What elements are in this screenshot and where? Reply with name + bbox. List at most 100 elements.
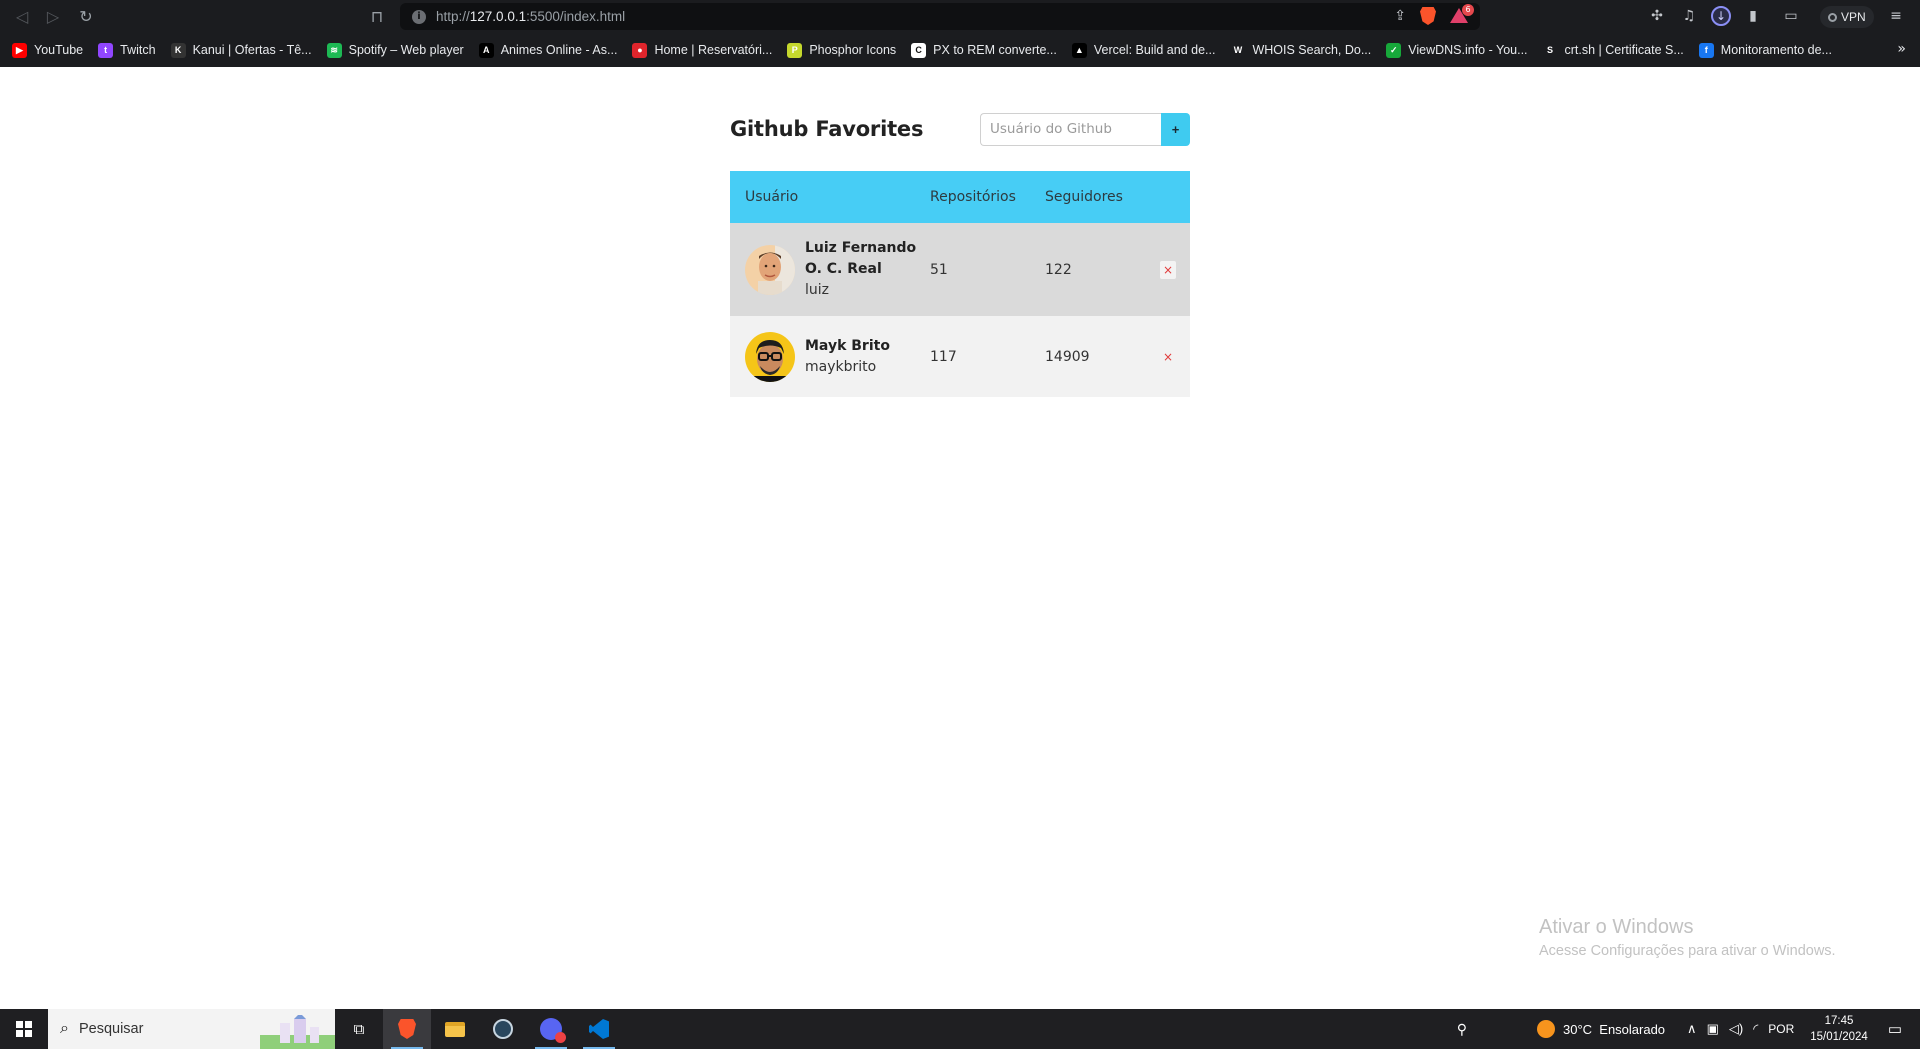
search-icon: ⌕ <box>60 1020 69 1037</box>
bookmark-item[interactable]: P Phosphor Icons <box>787 42 897 58</box>
menu-icon[interactable]: ≡ <box>1886 6 1906 26</box>
bookmark-item[interactable]: f Monitoramento de... <box>1698 42 1832 58</box>
bookmark-item[interactable]: K Kanui | Ofertas - Tê... <box>170 42 312 58</box>
favorites-table: Usuário Repositórios Seguidores Luiz Fer… <box>730 171 1190 397</box>
clock-time: 17:45 <box>1824 1015 1854 1027</box>
weather-text[interactable]: 30°C Ensolarado <box>1563 1022 1665 1037</box>
sidebar-icon[interactable]: ▮ <box>1743 6 1763 26</box>
bookmark-label: ViewDNS.info - You... <box>1408 43 1528 57</box>
media-icon[interactable]: ♫ <box>1679 6 1699 26</box>
meet-now-icon[interactable]: ▣ <box>1707 1021 1719 1037</box>
volume-icon[interactable]: ◁) <box>1729 1021 1743 1037</box>
vpn-icon <box>1828 12 1837 22</box>
bookmark-label: Twitch <box>120 43 156 57</box>
user-name: Mayk Brito <box>805 337 890 354</box>
clock-date: 15/01/2024 <box>1810 1031 1868 1043</box>
bookmark-item[interactable]: ▲ Vercel: Build and de... <box>1071 42 1216 58</box>
repos-count: 51 <box>930 261 948 278</box>
column-header-actions <box>1150 171 1190 223</box>
discord-icon[interactable] <box>527 1009 575 1049</box>
spotify-icon: ≋ <box>326 42 342 58</box>
vpn-button[interactable]: VPN <box>1820 6 1874 28</box>
taskbar-search-label: Pesquisar <box>78 1021 144 1037</box>
url-text[interactable]: http://127.0.0.1:5500/index.html <box>436 9 625 24</box>
bookmark-item[interactable]: W WHOIS Search, Do... <box>1230 42 1372 58</box>
add-favorite-button[interactable]: + <box>1161 112 1190 146</box>
bookmark-label: PX to REM converte... <box>933 43 1057 57</box>
vercel-icon: ▲ <box>1071 42 1087 58</box>
bookmark-label: Phosphor Icons <box>809 43 897 57</box>
table-row: Mayk Brito maykbrito 117 14909 × <box>730 316 1190 397</box>
page-title: Github Favorites <box>730 117 924 141</box>
github-user-input[interactable] <box>980 112 1161 146</box>
column-header-followers: Seguidores <box>1045 189 1123 205</box>
bookmark-item[interactable]: ● Home | Reservatóri... <box>632 42 773 58</box>
bookmark-item[interactable]: Scrt.sh | Certificate S... <box>1542 42 1684 58</box>
system-tray: ⚲ 30°C Ensolarado ∧ ▣ ◁) ◜ POR 17:45 15/… <box>1457 1009 1920 1049</box>
input-language[interactable]: POR <box>1768 1022 1794 1036</box>
weather-sun-icon <box>1537 1020 1555 1038</box>
bookmark-label: Animes Online - As... <box>500 43 618 57</box>
windows-taskbar: ⌕ Pesquisar ⧉ ⚲ 30°C Ensolarado ∧ ▣ ◁) ◜… <box>0 1009 1920 1049</box>
bookmark-label: Spotify – Web player <box>348 43 464 57</box>
watermark-subtitle: Acesse Configurações para ativar o Windo… <box>1539 943 1836 959</box>
start-button[interactable] <box>0 1009 48 1049</box>
extensions-icon[interactable]: ✣ <box>1647 6 1667 26</box>
windows-activation-watermark: Ativar o Windows Acesse Configurações pa… <box>1539 916 1836 959</box>
search-form: + <box>980 112 1190 146</box>
bookmark-label: YouTube <box>34 43 84 57</box>
viewdns-icon: ✓ <box>1386 42 1402 58</box>
bookmark-item[interactable]: ✓ ViewDNS.info - You... <box>1386 42 1528 58</box>
people-icon[interactable]: ⚲ <box>1457 1021 1467 1038</box>
bookmark-label: Kanui | Ofertas - Tê... <box>192 43 312 57</box>
site-info-icon[interactable]: i <box>412 9 426 24</box>
steam-icon[interactable] <box>479 1009 527 1049</box>
notifications-icon[interactable]: ▭ <box>1888 1020 1902 1038</box>
twitch-icon: t <box>98 42 114 58</box>
bookmark-label: WHOIS Search, Do... <box>1252 43 1372 57</box>
brave-rewards-icon[interactable]: 6 <box>1450 4 1474 24</box>
bookmark-item[interactable]: ▶ YouTube <box>12 42 84 58</box>
reload-icon[interactable]: ↻ <box>74 4 98 28</box>
repos-count: 117 <box>930 348 957 365</box>
user-name: Luiz Fernando O. C. Real <box>805 240 917 277</box>
bookmark-item[interactable]: A Animes Online - As... <box>478 42 618 58</box>
user-login: luiz <box>805 282 830 298</box>
app-header: Github Favorites + <box>730 112 1190 146</box>
remove-button[interactable]: × <box>1159 260 1176 279</box>
phosphor-icon: P <box>787 42 803 58</box>
windows-logo-icon <box>16 1021 32 1037</box>
bookmark-label: crt.sh | Certificate S... <box>1564 43 1684 57</box>
vscode-icon[interactable] <box>575 1009 623 1049</box>
animes-icon: A <box>478 42 494 58</box>
back-icon[interactable]: ◁ <box>10 4 34 28</box>
bookmark-icon[interactable]: ⊓ <box>365 4 389 28</box>
bookmark-item[interactable]: t Twitch <box>98 42 156 58</box>
bookmark-label: Home | Reservatóri... <box>654 43 773 57</box>
wallet-icon[interactable]: ▭ <box>1781 6 1801 26</box>
followers-count: 14909 <box>1045 348 1090 365</box>
more-bookmarks-icon[interactable]: » <box>1897 41 1906 57</box>
avatar <box>745 244 795 295</box>
taskbar-clock[interactable]: 17:45 15/01/2024 <box>1810 1013 1868 1045</box>
chevron-up-icon[interactable]: ∧ <box>1687 1021 1697 1037</box>
forward-icon[interactable]: ▷ <box>41 4 65 28</box>
bookmark-item[interactable]: C PX to REM converte... <box>911 42 1057 58</box>
browser-toolbar: ◁ ▷ ↻ ⊓ i http://127.0.0.1:5500/index.ht… <box>0 0 1920 33</box>
followers-count: 122 <box>1045 261 1072 278</box>
taskbar-search[interactable]: ⌕ Pesquisar <box>48 1009 335 1049</box>
github-favorites-app: Github Favorites + Usuário Repositórios … <box>730 67 1190 397</box>
bookmark-item[interactable]: ≋ Spotify – Web player <box>326 42 464 58</box>
file-explorer-icon[interactable] <box>431 1009 479 1049</box>
download-icon[interactable]: ↓ <box>1711 6 1731 26</box>
search-highlight-illustration-icon <box>260 1015 335 1049</box>
brave-shields-icon[interactable] <box>1420 7 1436 25</box>
brave-browser-icon[interactable] <box>383 1009 431 1049</box>
task-view-icon[interactable]: ⧉ <box>335 1009 383 1049</box>
bookmark-label: Monitoramento de... <box>1720 43 1832 57</box>
remove-button[interactable]: × <box>1160 348 1176 366</box>
address-bar[interactable]: i http://127.0.0.1:5500/index.html ⇪ 6 <box>400 3 1480 30</box>
network-icon[interactable]: ◜ <box>1753 1021 1758 1037</box>
share-icon[interactable]: ⇪ <box>1394 8 1406 24</box>
bookmark-label: Vercel: Build and de... <box>1093 43 1216 57</box>
